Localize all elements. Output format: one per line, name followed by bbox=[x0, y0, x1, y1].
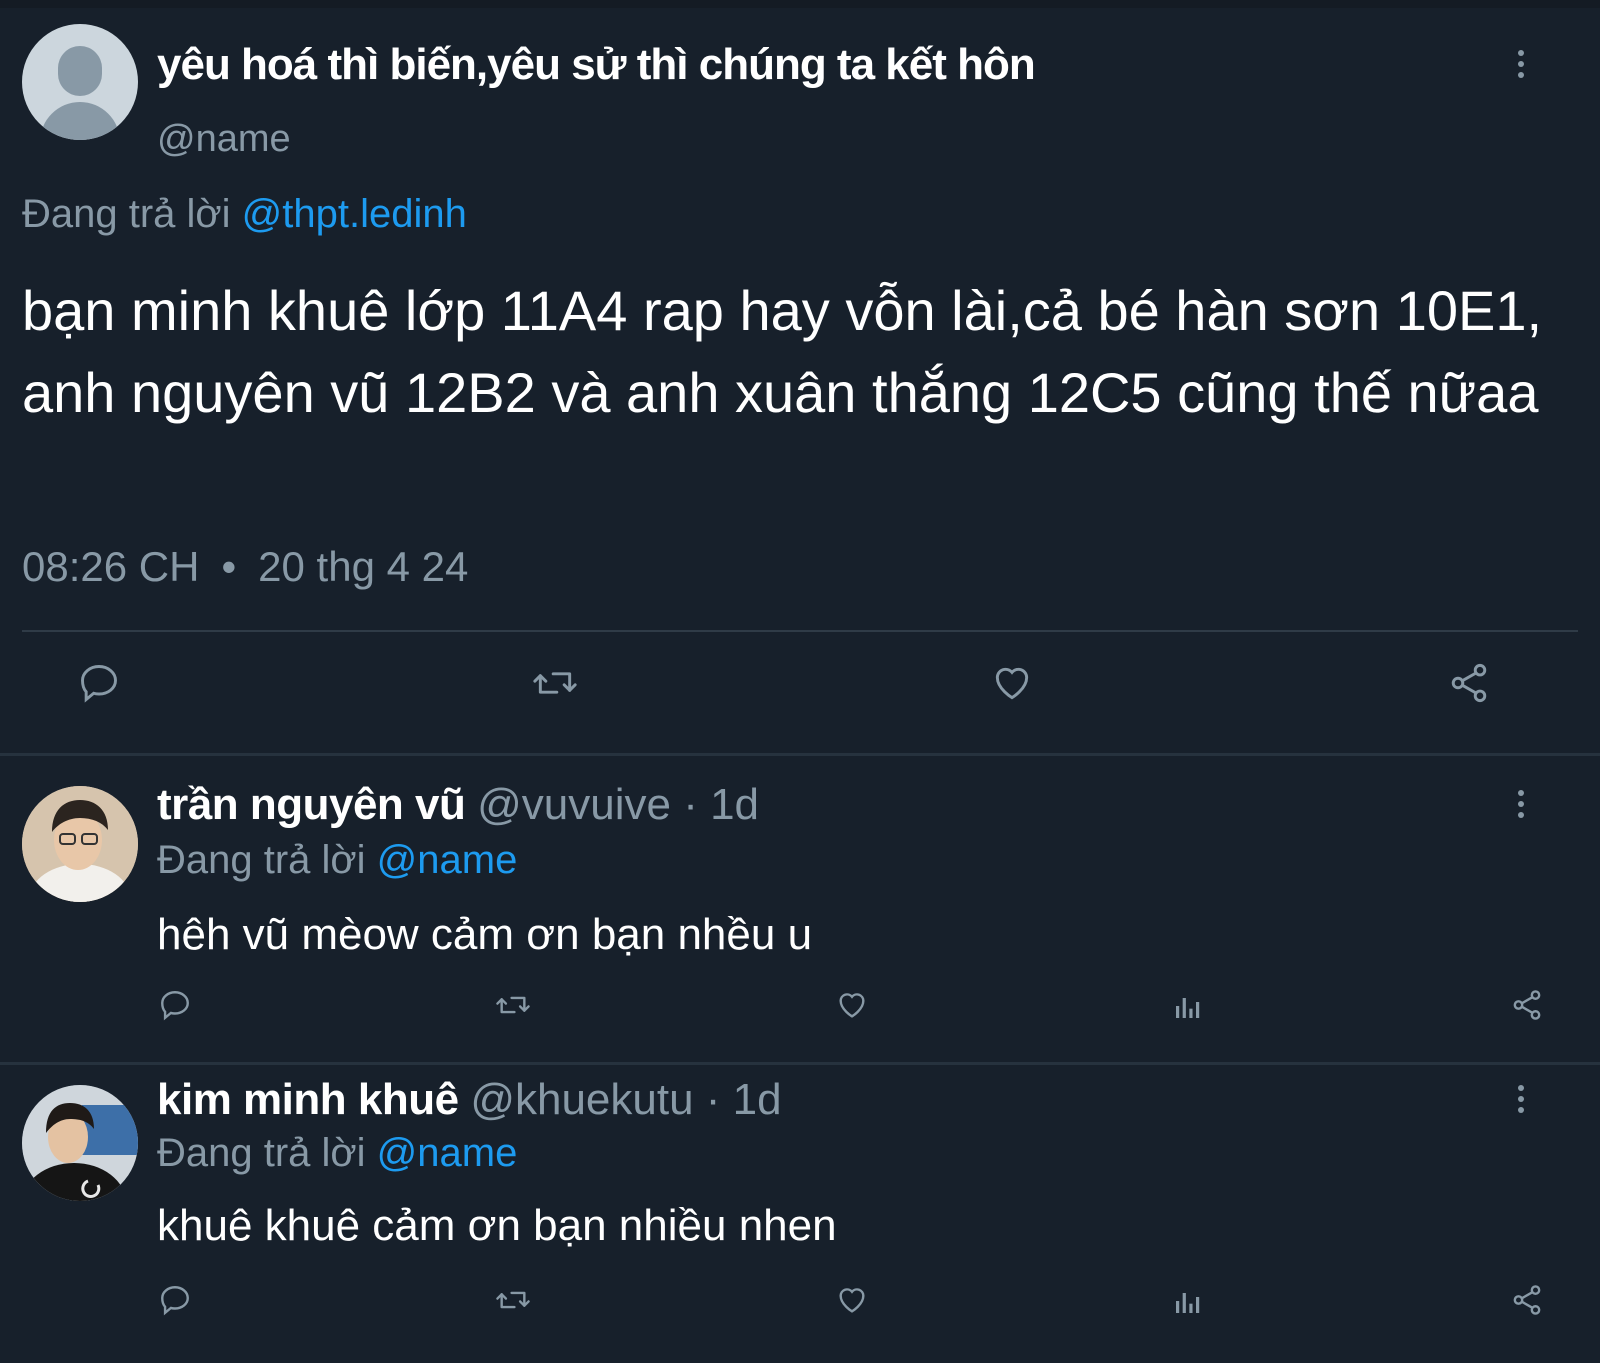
share-icon[interactable] bbox=[1510, 1283, 1544, 1317]
reply-target-link[interactable]: @thpt.ledinh bbox=[242, 192, 467, 236]
avatar[interactable] bbox=[22, 24, 138, 140]
tweet-date: 20 thg 4 24 bbox=[258, 543, 469, 590]
handle-and-time[interactable]: @vuvuive · 1d bbox=[477, 780, 759, 829]
display-name[interactable]: yêu hoá thì biến,yêu sử thì chúng ta kết… bbox=[157, 40, 1036, 90]
tweet-time: 08:26 CH bbox=[22, 543, 200, 590]
reply-icon[interactable] bbox=[158, 1283, 192, 1317]
reply-icon[interactable] bbox=[158, 988, 192, 1022]
retweet-icon[interactable] bbox=[530, 661, 580, 705]
more-options-icon[interactable] bbox=[1515, 790, 1527, 823]
reply-text: hêh vũ mèow cảm ơn bạn nhều u bbox=[157, 910, 813, 959]
handle-and-time[interactable]: @khuekutu · 1d bbox=[470, 1075, 781, 1124]
views-icon[interactable] bbox=[1172, 1285, 1204, 1317]
reply-author: kim minh khuê @khuekutu · 1d bbox=[157, 1075, 782, 1125]
reply-prefix: Đang trả lời bbox=[157, 1131, 366, 1175]
main-tweet: yêu hoá thì biến,yêu sử thì chúng ta kết… bbox=[0, 8, 1600, 753]
tweet-actions bbox=[0, 656, 1600, 716]
reply-tweet[interactable]: kim minh khuê @khuekutu · 1d Đang trả lờ… bbox=[0, 1065, 1600, 1363]
avatar[interactable] bbox=[22, 1085, 138, 1201]
default-avatar-body bbox=[40, 102, 120, 140]
reply-target-link[interactable]: @name bbox=[377, 1131, 518, 1175]
share-icon[interactable] bbox=[1510, 988, 1544, 1022]
reply-target-link[interactable]: @name bbox=[377, 838, 518, 882]
share-icon[interactable] bbox=[1447, 661, 1491, 705]
display-name[interactable]: trần nguyên vũ bbox=[157, 780, 466, 829]
divider bbox=[22, 630, 1578, 632]
like-icon[interactable] bbox=[834, 1283, 870, 1317]
retweet-icon[interactable] bbox=[494, 1283, 532, 1317]
views-icon[interactable] bbox=[1172, 990, 1204, 1022]
reply-text: khuê khuê cảm ơn bạn nhiều nhen bbox=[157, 1201, 837, 1250]
tweet-text: bạn minh khuê lớp 11A4 rap hay vỗn lài,c… bbox=[22, 279, 1543, 424]
retweet-icon[interactable] bbox=[494, 988, 532, 1022]
more-options-icon[interactable] bbox=[1515, 1085, 1527, 1118]
more-options-icon[interactable] bbox=[1515, 50, 1527, 83]
display-name[interactable]: kim minh khuê bbox=[157, 1075, 459, 1124]
replying-to: Đang trả lời @name bbox=[157, 1131, 517, 1176]
reply-icon[interactable] bbox=[77, 661, 121, 705]
reply-prefix: Đang trả lời bbox=[22, 192, 231, 236]
replying-to: Đang trả lời @thpt.ledinh bbox=[22, 192, 467, 237]
replying-to: Đang trả lời @name bbox=[157, 838, 517, 883]
like-icon[interactable] bbox=[989, 661, 1035, 705]
top-border bbox=[0, 0, 1600, 8]
reply-tweet[interactable]: trần nguyên vũ @vuvuive · 1d Đang trả lờ… bbox=[0, 756, 1600, 1062]
reply-author: trần nguyên vũ @vuvuive · 1d bbox=[157, 780, 759, 830]
reply-prefix: Đang trả lời bbox=[157, 838, 366, 882]
handle[interactable]: @name bbox=[157, 118, 291, 161]
avatar[interactable] bbox=[22, 786, 138, 902]
meta-separator: • bbox=[221, 543, 237, 590]
like-icon[interactable] bbox=[834, 988, 870, 1022]
default-avatar-head bbox=[58, 46, 102, 96]
tweet-meta: 08:26 CH • 20 thg 4 24 bbox=[22, 543, 468, 591]
